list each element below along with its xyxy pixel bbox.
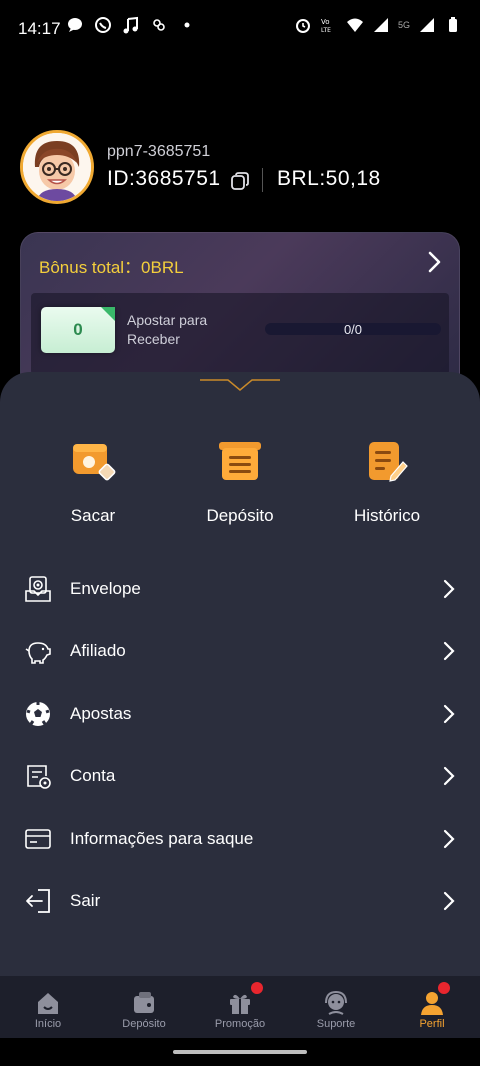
quick-actions: Sacar Depósito Histórico xyxy=(0,438,480,528)
music-icon xyxy=(123,16,138,34)
envelope-icon xyxy=(25,576,51,602)
menu-item-withdraw-info[interactable]: Informações para saque xyxy=(0,811,480,867)
wallet-icon xyxy=(134,992,154,1013)
avatar-image xyxy=(23,133,91,201)
battery-icon xyxy=(449,17,457,32)
history-button[interactable]: Histórico xyxy=(327,438,447,526)
network-type: 5G xyxy=(397,20,410,30)
menu-label-envelope: Envelope xyxy=(70,579,141,598)
profile-icon xyxy=(421,992,443,1015)
menu-label-logout: Sair xyxy=(70,891,101,910)
chevron-right-icon xyxy=(443,641,455,661)
bonus-progress-text: 0/0 xyxy=(343,322,363,337)
gesture-bar[interactable] xyxy=(173,1050,307,1054)
notification-icons xyxy=(66,16,196,34)
ticket-corner xyxy=(101,307,115,321)
card-icon xyxy=(25,829,51,849)
username: ppn7-3685751 xyxy=(107,143,211,160)
menu-label-withdraw-info: Informações para saque xyxy=(70,829,254,848)
chevron-right-icon xyxy=(443,766,455,786)
home-icon xyxy=(38,993,58,1014)
whatsapp-icon xyxy=(95,17,111,33)
withdraw-label: Sacar xyxy=(70,506,116,525)
app-notification-icon xyxy=(153,19,165,31)
menu-item-envelope[interactable]: Envelope xyxy=(0,561,480,617)
account-statement-icon xyxy=(27,765,51,789)
menu-item-logout[interactable]: Sair xyxy=(0,873,480,929)
menu-label-account: Conta xyxy=(70,766,116,785)
nav-label-home: Início xyxy=(34,1018,62,1030)
history-icon xyxy=(369,442,408,482)
withdraw-icon xyxy=(73,444,116,481)
deposit-button[interactable]: Depósito xyxy=(180,438,300,526)
status-time: 14:17 xyxy=(18,19,61,38)
chevron-right-icon[interactable] xyxy=(423,249,445,275)
svg-text:LTE: LTE xyxy=(321,27,331,34)
menu-item-bets[interactable]: Apostas xyxy=(0,686,480,742)
chevron-right-icon xyxy=(443,829,455,849)
more-notifications-icon xyxy=(184,22,190,28)
ticket-value: 0 xyxy=(73,320,83,339)
piggy-bank-icon xyxy=(25,642,51,664)
nav-label-promotion: Promoção xyxy=(214,1018,266,1030)
nav-item-profile[interactable]: Perfil xyxy=(384,976,480,1038)
menu-label-bets: Apostas xyxy=(70,704,132,723)
bonus-title: Bônus total：0BRL xyxy=(39,258,184,277)
menu-label-affiliate: Afiliado xyxy=(70,641,126,660)
support-icon xyxy=(325,990,347,1015)
logout-icon xyxy=(26,889,50,913)
chevron-right-icon xyxy=(443,579,455,599)
avatar[interactable] xyxy=(20,130,94,204)
chat-icon xyxy=(68,18,82,32)
profile-divider xyxy=(262,168,263,192)
nav-label-deposit: Depósito xyxy=(122,1018,166,1030)
nav-item-deposit[interactable]: Depósito xyxy=(96,976,192,1038)
nav-item-promotion[interactable]: Promoção xyxy=(192,976,288,1038)
deposit-label: Depósito xyxy=(206,506,274,525)
svg-text:Vo: Vo xyxy=(321,18,330,26)
system-status-icons: Vo LTE 5G xyxy=(294,16,462,34)
bonus-progress-box: 0 Apostar para Receber 0/0 xyxy=(31,293,449,375)
bottom-nav: Início Depósito Promoção Suporte Perfil xyxy=(0,976,480,1038)
wifi-icon xyxy=(346,18,363,32)
bet-to-receive-text: Apostar para Receber xyxy=(127,312,208,347)
user-id: ID:3685751 xyxy=(107,167,221,190)
nav-label-support: Suporte xyxy=(316,1018,356,1030)
deposit-icon xyxy=(219,442,261,480)
panel-notch xyxy=(200,379,280,391)
chevron-right-icon xyxy=(443,704,455,724)
promotion-badge xyxy=(251,982,263,994)
signal-icon xyxy=(373,18,388,32)
soccer-ball-icon xyxy=(26,702,50,726)
withdraw-button[interactable]: Sacar xyxy=(33,438,153,526)
copy-icon[interactable] xyxy=(230,171,250,191)
nav-item-home[interactable]: Início xyxy=(0,976,96,1038)
status-bar: 14:17 Vo LTE 5G xyxy=(0,0,480,48)
signal-2-icon xyxy=(420,18,434,32)
nav-label-profile: Perfil xyxy=(419,1018,445,1030)
gift-icon xyxy=(230,994,250,1014)
profile-badge xyxy=(438,982,450,994)
nav-item-support[interactable]: Suporte xyxy=(288,976,384,1038)
history-label: Histórico xyxy=(353,506,421,525)
menu-item-affiliate[interactable]: Afiliado xyxy=(0,623,480,679)
alarm-icon xyxy=(295,19,310,33)
volte-icon: VoLTE xyxy=(321,18,331,34)
bonus-ticket: 0 xyxy=(41,307,115,353)
menu-item-account[interactable]: Conta xyxy=(0,748,480,804)
chevron-right-icon xyxy=(443,891,455,911)
balance: BRL:50,18 xyxy=(277,167,381,190)
